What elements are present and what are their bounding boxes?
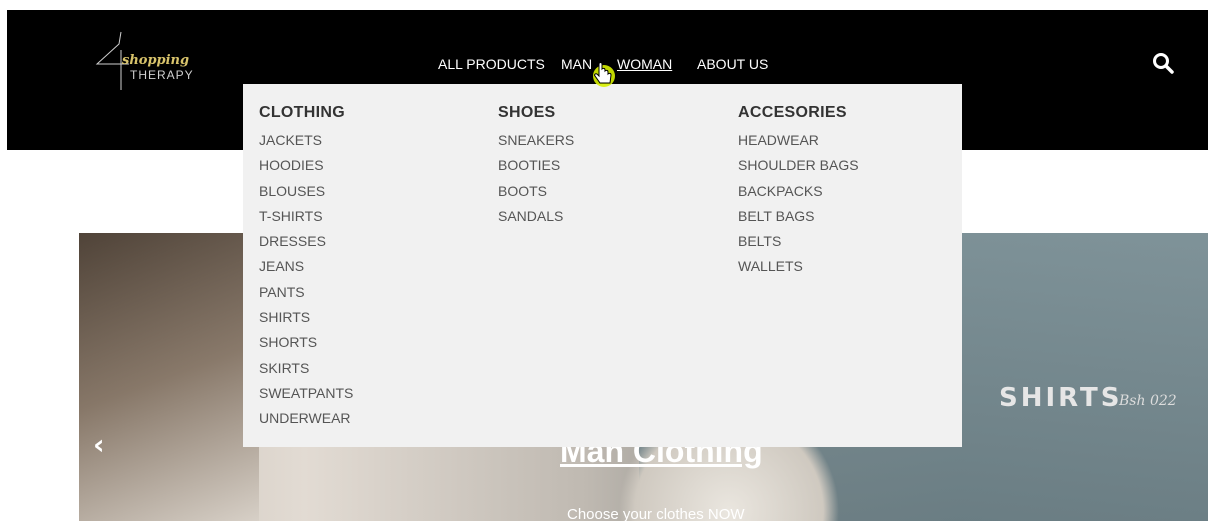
menu-heading-shoes[interactable]: SHOES (498, 104, 574, 122)
menu-item[interactable]: PANTS (259, 280, 353, 305)
menu-item[interactable]: SHOULDER BAGS (738, 153, 859, 178)
hero-subtitle: Choose your clothes NOW (567, 506, 745, 521)
menu-item[interactable]: BACKPACKS (738, 179, 859, 204)
nav-all-products[interactable]: ALL PRODUCTS (438, 56, 545, 72)
menu-item[interactable]: SNEAKERS (498, 128, 574, 153)
hero-image-left (79, 233, 259, 521)
menu-item[interactable]: HEADWEAR (738, 128, 859, 153)
menu-item[interactable]: BLOUSES (259, 179, 353, 204)
menu-item[interactable]: BOOTIES (498, 153, 574, 178)
menu-column-accesories: ACCESORIES HEADWEAR SHOULDER BAGS BACKPA… (738, 104, 859, 280)
mega-menu-dropdown: CLOTHING JACKETS HOODIES BLOUSES T-SHIRT… (243, 84, 962, 447)
menu-item[interactable]: BELTS (738, 229, 859, 254)
menu-item[interactable]: BELT BAGS (738, 204, 859, 229)
nav-woman[interactable]: WOMAN (617, 56, 672, 72)
menu-item[interactable]: T-SHIRTS (259, 204, 353, 229)
cart-icon[interactable] (1197, 54, 1208, 74)
menu-item[interactable]: WALLETS (738, 254, 859, 279)
menu-item[interactable]: BOOTS (498, 179, 574, 204)
menu-item[interactable]: UNDERWEAR (259, 406, 353, 431)
menu-item[interactable]: JACKETS (259, 128, 353, 153)
menu-column-shoes: SHOES SNEAKERS BOOTIES BOOTS SANDALS (498, 104, 574, 229)
nav-about-us[interactable]: ABOUT US (697, 56, 768, 72)
carousel-prev-button[interactable]: ‹ (93, 428, 105, 461)
nav-man[interactable]: MAN (561, 56, 592, 72)
menu-column-clothing: CLOTHING JACKETS HOODIES BLOUSES T-SHIRT… (259, 104, 353, 432)
menu-item[interactable]: SHORTS (259, 330, 353, 355)
hero-sign-script: Bsh 022 (1119, 393, 1177, 409)
menu-heading-accesories[interactable]: ACCESORIES (738, 104, 859, 122)
hero-shirts-sign: SHIRTS (999, 383, 1123, 413)
menu-item[interactable]: SKIRTS (259, 356, 353, 381)
menu-heading-clothing[interactable]: CLOTHING (259, 104, 353, 122)
menu-item[interactable]: HOODIES (259, 153, 353, 178)
menu-item[interactable]: DRESSES (259, 229, 353, 254)
search-icon[interactable] (1152, 52, 1174, 74)
menu-item[interactable]: SHIRTS (259, 305, 353, 330)
menu-item[interactable]: SANDALS (498, 204, 574, 229)
menu-item[interactable]: JEANS (259, 254, 353, 279)
menu-item[interactable]: SWEATPANTS (259, 381, 353, 406)
hand-pointer-icon (590, 58, 618, 88)
